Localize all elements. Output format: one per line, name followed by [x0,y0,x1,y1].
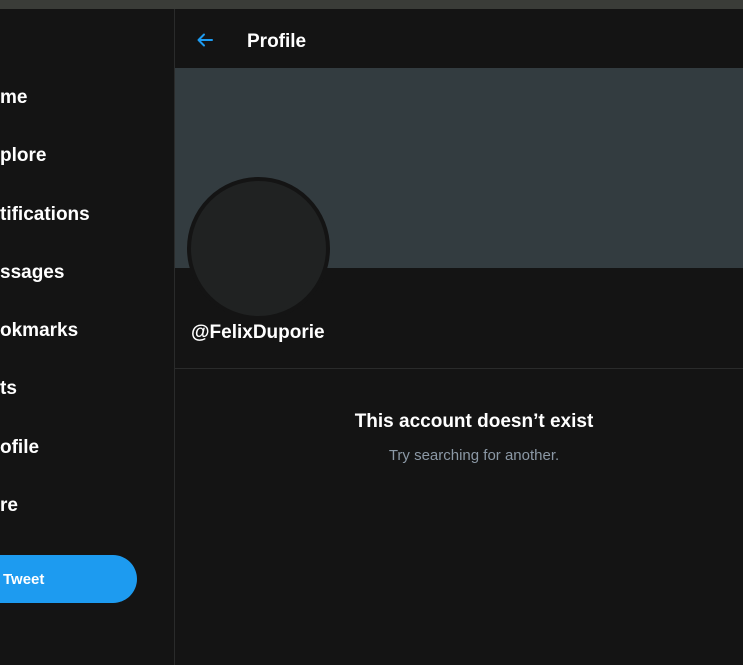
divider [175,368,743,369]
sidebar-item-label: okmarks [0,320,79,341]
sidebar-item-label: ts [0,378,17,399]
avatar [187,177,330,320]
sidebar-item-bookmarks[interactable]: okmarks [0,311,174,351]
profile-handle: @FelixDuporie [191,322,325,343]
sidebar-item-home[interactable]: me [0,78,174,118]
window-top-bar [0,0,743,9]
arrow-left-icon[interactable] [195,30,215,50]
page-header: Profile [175,9,743,68]
page-title: Profile [247,31,307,52]
sidebar-item-label: ofile [0,437,40,458]
sidebar-item-label: ssages [0,262,65,283]
sidebar-item-label: plore [0,145,47,166]
empty-state-subtitle: Try searching for another. [388,447,560,464]
sidebar-item-profile[interactable]: ofile [0,428,174,468]
sidebar-item-label: tifications [0,204,90,225]
profile-page: Profile @FelixDuporie This account doesn… [175,9,743,665]
sidebar: me plore tifications ssages okmarks ts o… [0,9,175,665]
sidebar-item-explore[interactable]: plore [0,136,174,176]
sidebar-item-notifications[interactable]: tifications [0,195,174,235]
sidebar-item-label: me [0,87,28,108]
sidebar-item-messages[interactable]: ssages [0,253,174,293]
sidebar-item-more[interactable]: re [0,486,174,526]
tweet-button[interactable]: Tweet [0,555,137,603]
sidebar-item-lists[interactable]: ts [0,369,174,409]
sidebar-item-label: re [0,495,18,516]
empty-state-title: This account doesn’t exist [354,411,594,432]
